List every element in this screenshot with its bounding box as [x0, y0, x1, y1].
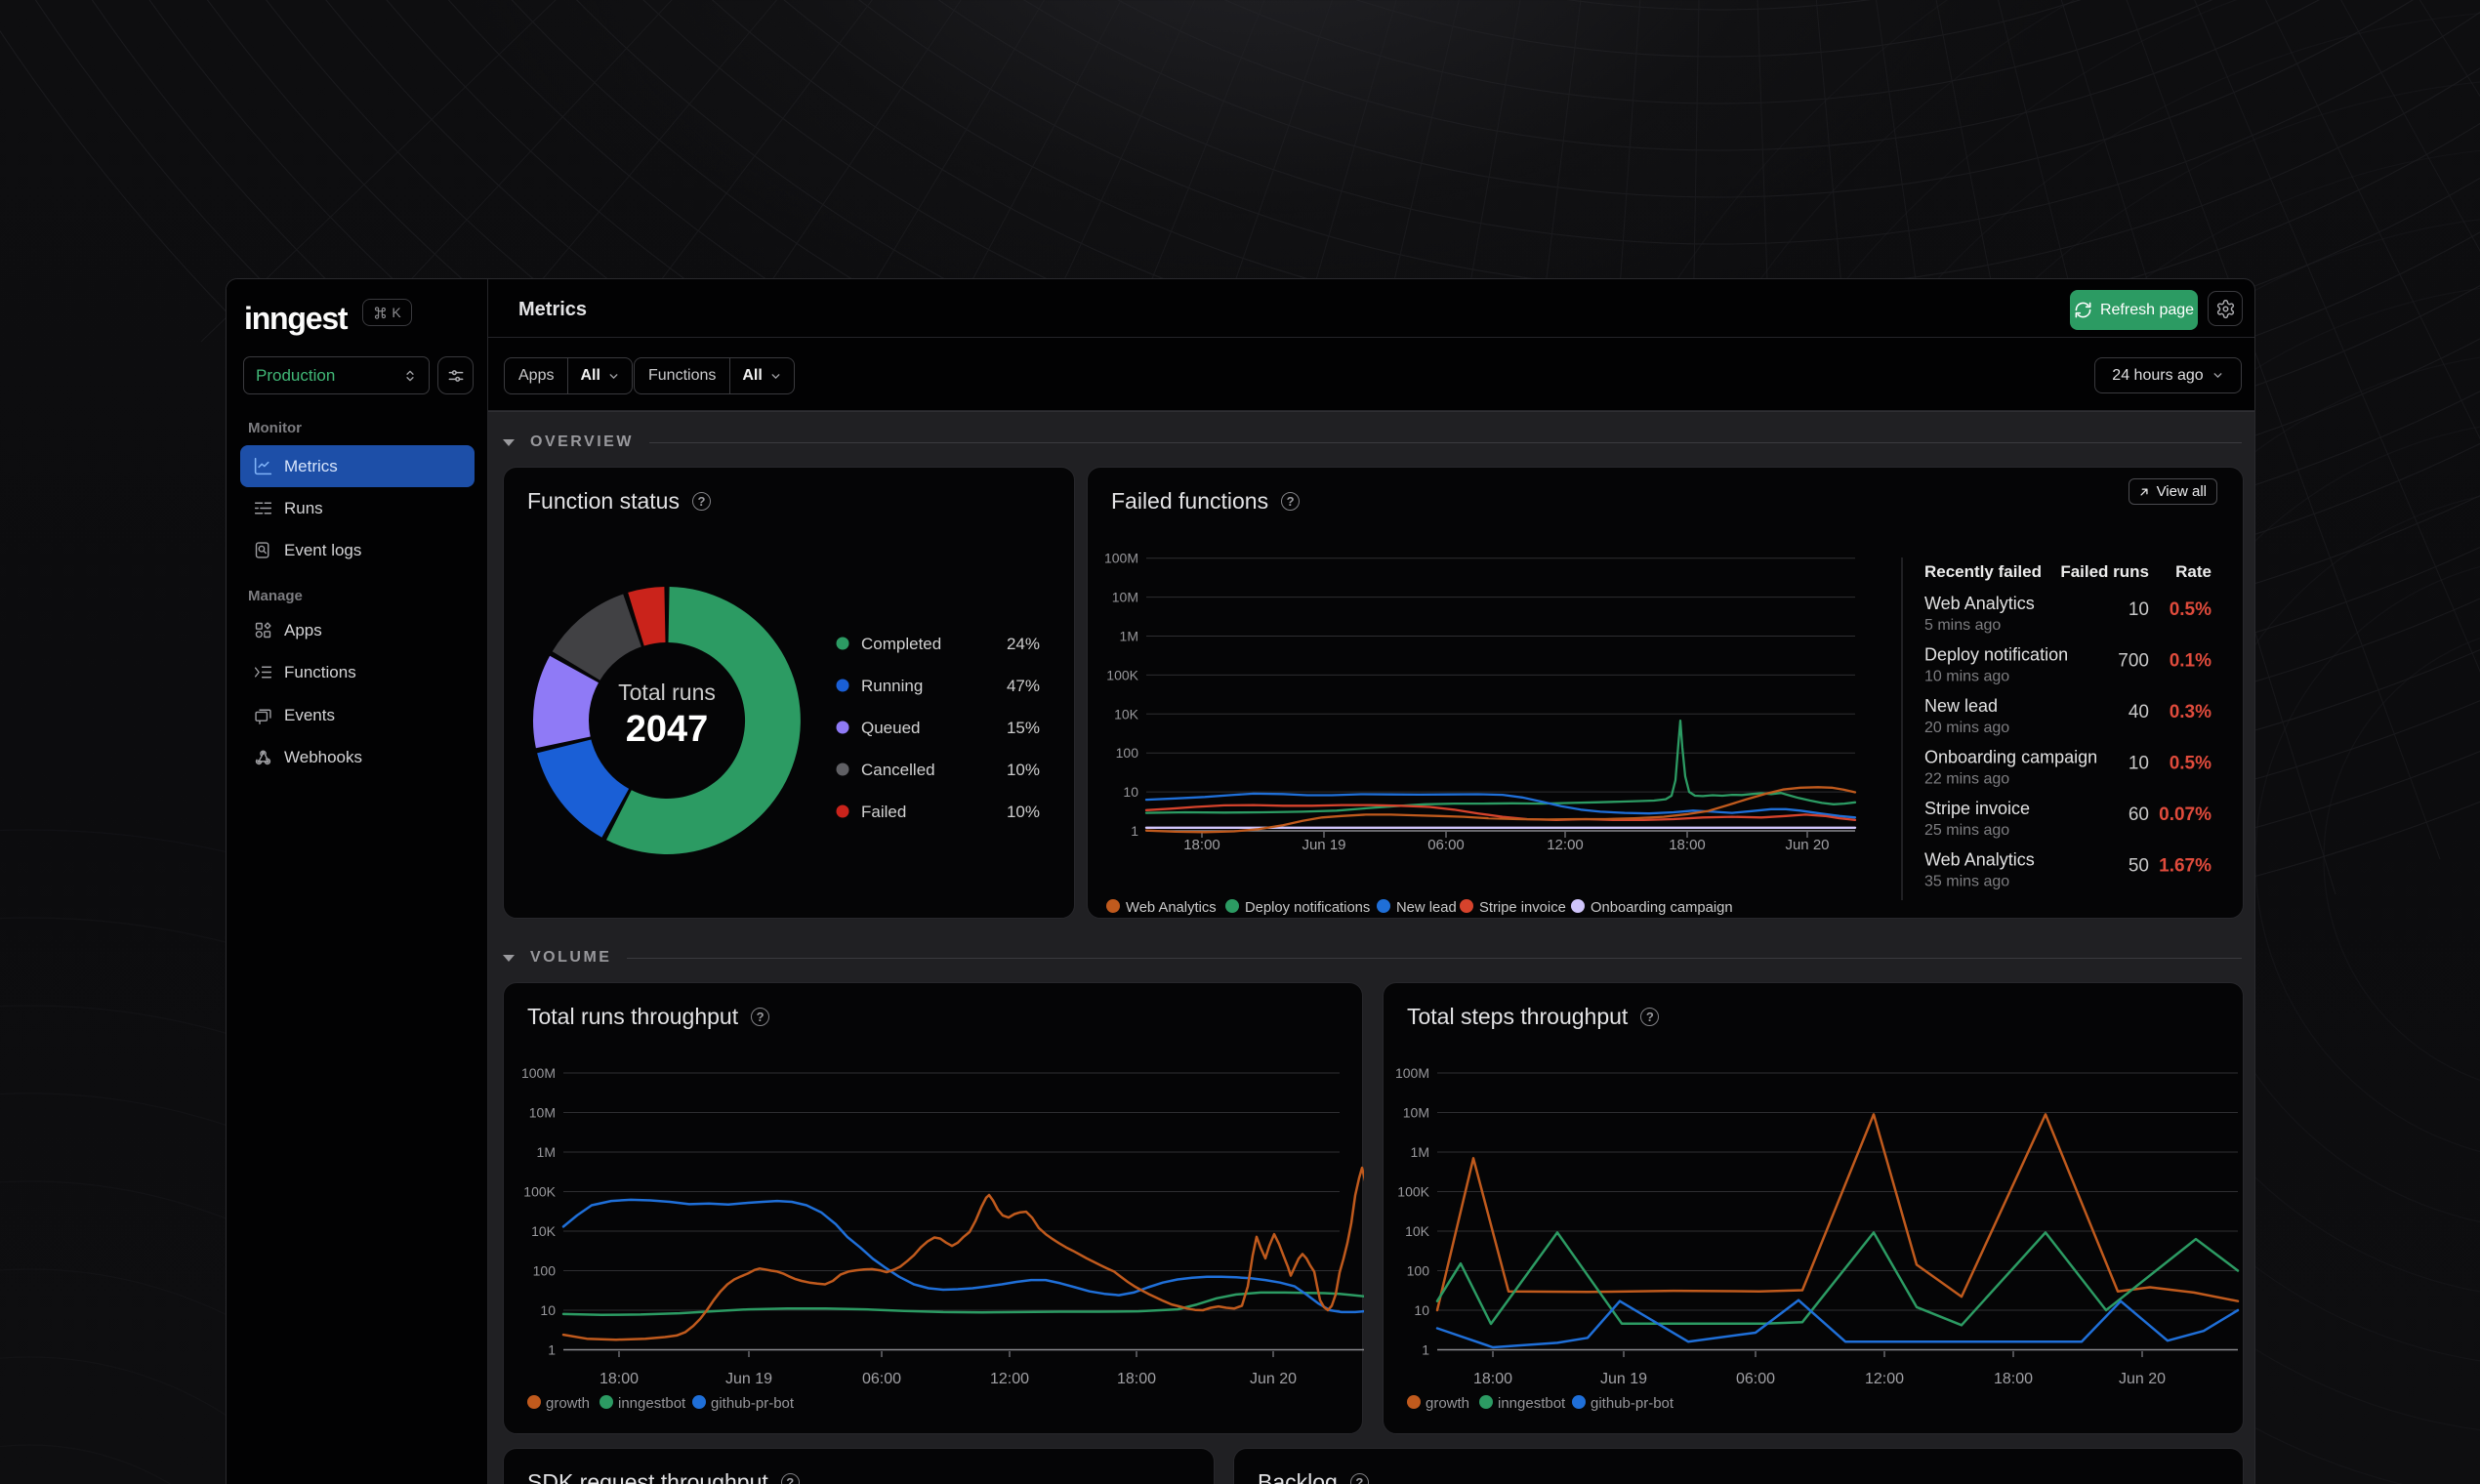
svg-text:Recently failed: Recently failed [1924, 562, 2042, 581]
svg-text:Deploy notifications: Deploy notifications [1245, 900, 1370, 916]
svg-text:Failed: Failed [861, 803, 906, 821]
svg-text:10 mins ago: 10 mins ago [1924, 669, 2009, 685]
svg-text:60: 60 [2129, 804, 2149, 825]
svg-text:18:00: 18:00 [1473, 1371, 1512, 1387]
svg-text:06:00: 06:00 [862, 1371, 901, 1387]
svg-text:Web Analytics: Web Analytics [1924, 850, 2035, 870]
svg-text:Stripe invoice: Stripe invoice [1479, 900, 1566, 916]
svg-text:Running: Running [861, 677, 923, 695]
svg-text:Cancelled: Cancelled [861, 761, 935, 779]
svg-text:Queued: Queued [861, 719, 921, 737]
svg-text:10K: 10K [531, 1223, 557, 1239]
svg-text:inngestbot: inngestbot [618, 1395, 686, 1412]
svg-text:10K: 10K [1114, 706, 1139, 721]
svg-text:10: 10 [2129, 754, 2149, 774]
svg-text:inngestbot: inngestbot [1498, 1395, 1566, 1412]
svg-text:24%: 24% [1007, 635, 1040, 653]
svg-text:40: 40 [2129, 702, 2149, 722]
svg-text:100M: 100M [1395, 1065, 1429, 1081]
svg-text:1.67%: 1.67% [2159, 856, 2211, 877]
svg-text:Web Analytics: Web Analytics [1126, 900, 1217, 916]
svg-text:Deploy notification: Deploy notification [1924, 645, 2068, 665]
svg-text:100: 100 [533, 1263, 557, 1279]
svg-text:15%: 15% [1007, 719, 1040, 737]
svg-text:1M: 1M [1411, 1144, 1429, 1160]
svg-text:12:00: 12:00 [1865, 1371, 1904, 1387]
svg-text:35 mins ago: 35 mins ago [1924, 874, 2009, 890]
svg-text:18:00: 18:00 [1183, 837, 1220, 853]
svg-text:1M: 1M [537, 1144, 556, 1160]
svg-text:5 mins ago: 5 mins ago [1924, 617, 2001, 634]
svg-text:10: 10 [540, 1302, 556, 1318]
svg-text:0.3%: 0.3% [2170, 702, 2211, 722]
svg-text:New lead: New lead [1924, 696, 1998, 716]
svg-text:0.1%: 0.1% [2170, 651, 2211, 672]
svg-text:0.5%: 0.5% [2170, 599, 2211, 620]
svg-text:06:00: 06:00 [1427, 837, 1465, 853]
svg-text:10%: 10% [1007, 803, 1040, 821]
svg-text:12:00: 12:00 [990, 1371, 1029, 1387]
svg-text:github-pr-bot: github-pr-bot [1591, 1395, 1674, 1412]
svg-text:Jun 19: Jun 19 [1600, 1371, 1647, 1387]
svg-text:1: 1 [1422, 1342, 1429, 1358]
svg-text:1M: 1M [1120, 629, 1138, 644]
svg-text:Jun 20: Jun 20 [1785, 837, 1829, 853]
svg-text:10K: 10K [1405, 1223, 1430, 1239]
svg-text:18:00: 18:00 [599, 1371, 639, 1387]
svg-text:Jun 20: Jun 20 [1250, 1371, 1297, 1387]
svg-text:0.07%: 0.07% [2159, 804, 2211, 825]
svg-text:100M: 100M [1104, 551, 1138, 566]
svg-text:100: 100 [1407, 1263, 1430, 1279]
svg-text:2047: 2047 [626, 709, 709, 750]
svg-text:20 mins ago: 20 mins ago [1924, 720, 2009, 736]
svg-text:Jun 19: Jun 19 [1302, 837, 1345, 853]
svg-text:18:00: 18:00 [1117, 1371, 1156, 1387]
svg-text:Stripe invoice: Stripe invoice [1924, 799, 2030, 818]
svg-text:10M: 10M [529, 1105, 556, 1121]
svg-text:github-pr-bot: github-pr-bot [711, 1395, 795, 1412]
svg-text:18:00: 18:00 [1669, 837, 1706, 853]
svg-text:10%: 10% [1007, 761, 1040, 779]
svg-text:10: 10 [1123, 784, 1138, 800]
svg-text:100M: 100M [521, 1065, 556, 1081]
svg-text:100K: 100K [1397, 1184, 1429, 1200]
svg-text:25 mins ago: 25 mins ago [1924, 822, 2009, 839]
svg-text:Web Analytics: Web Analytics [1924, 594, 2035, 613]
svg-text:Onboarding campaign: Onboarding campaign [1591, 900, 1733, 916]
svg-text:10M: 10M [1403, 1105, 1429, 1121]
svg-text:10: 10 [2129, 599, 2149, 620]
svg-text:Completed: Completed [861, 635, 941, 653]
svg-text:growth: growth [1426, 1395, 1469, 1412]
svg-text:1: 1 [548, 1342, 556, 1358]
svg-text:50: 50 [2129, 856, 2149, 877]
svg-text:1: 1 [1131, 823, 1138, 839]
svg-text:10: 10 [1414, 1302, 1429, 1318]
svg-text:Jun 20: Jun 20 [2119, 1371, 2166, 1387]
svg-text:100: 100 [1116, 745, 1139, 761]
svg-text:New lead: New lead [1396, 900, 1457, 916]
svg-text:700: 700 [2118, 651, 2149, 672]
svg-text:18:00: 18:00 [1994, 1371, 2033, 1387]
svg-text:Onboarding campaign: Onboarding campaign [1924, 748, 2097, 767]
svg-text:Jun 19: Jun 19 [725, 1371, 772, 1387]
svg-text:0.5%: 0.5% [2170, 754, 2211, 774]
svg-text:12:00: 12:00 [1547, 837, 1584, 853]
svg-text:47%: 47% [1007, 677, 1040, 695]
svg-text:22 mins ago: 22 mins ago [1924, 771, 2009, 788]
svg-text:100K: 100K [1106, 667, 1138, 682]
svg-text:06:00: 06:00 [1736, 1371, 1775, 1387]
svg-text:Failed runs: Failed runs [2060, 562, 2149, 581]
svg-text:Total runs: Total runs [618, 680, 716, 705]
svg-text:Rate: Rate [2175, 562, 2211, 581]
svg-text:10M: 10M [1112, 590, 1138, 605]
svg-text:100K: 100K [523, 1184, 556, 1200]
svg-text:growth: growth [546, 1395, 590, 1412]
